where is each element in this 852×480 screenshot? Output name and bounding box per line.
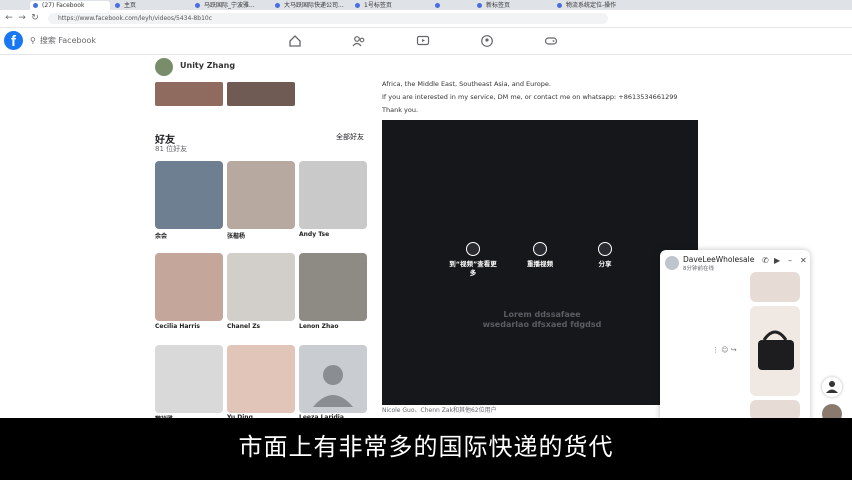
friend-card[interactable] — [299, 345, 367, 413]
url-field[interactable]: https://www.facebook.com/leyh/videos/543… — [48, 13, 608, 24]
video-player[interactable]: 到“视频”查看更多 重播视频 分享 Lorem ddssafaee wsedar… — [382, 120, 698, 405]
profile-name[interactable]: Unity Zhang — [180, 61, 235, 70]
friend-card[interactable] — [227, 253, 295, 321]
friend-card[interactable] — [155, 161, 223, 229]
post-line: Africa, the Middle East, Southeast Asia,… — [382, 80, 551, 88]
browser-tab[interactable]: 新标签页 — [474, 1, 552, 10]
watch-more-button[interactable]: 到“视频”查看更多 — [448, 242, 498, 278]
subtitle-band: 市面上有非常多的国际快递的货代 — [0, 418, 852, 480]
video-icon[interactable]: ▶ — [774, 256, 780, 265]
tab-favicon-icon — [355, 3, 360, 8]
phone-icon[interactable]: ✆ — [762, 256, 769, 265]
post-line: Thank you. — [382, 106, 419, 114]
gaming-icon[interactable] — [544, 34, 558, 48]
tab-favicon-icon — [33, 3, 38, 8]
tab-favicon-icon — [435, 3, 440, 8]
tab-favicon-icon — [195, 3, 200, 8]
share-icon — [598, 242, 612, 256]
friend-name[interactable]: Chanel Zs — [227, 323, 260, 330]
forward-arrow-icon[interactable]: → — [17, 13, 27, 23]
person-icon — [826, 381, 838, 393]
reactions-summary[interactable]: Nicole Guo、Chenn Zak和其他62位用户 — [382, 405, 698, 417]
browser-tab[interactable]: 物流系统定位-操作 — [554, 1, 644, 10]
photo-thumbnail[interactable] — [155, 82, 223, 106]
friend-card[interactable] — [155, 253, 223, 321]
tab-favicon-icon — [557, 3, 562, 8]
search-placeholder: 搜索 Facebook — [39, 36, 96, 45]
chat-image[interactable] — [750, 400, 800, 420]
browser-tab[interactable]: 主页 — [112, 1, 190, 10]
replay-button[interactable]: 重播视频 — [518, 242, 562, 269]
message-controls[interactable]: ⋮ ☺ ↪ — [712, 346, 737, 354]
home-icon[interactable] — [288, 34, 302, 48]
tab-favicon-icon — [115, 3, 120, 8]
friend-card[interactable] — [227, 345, 295, 413]
friend-name[interactable]: 余会 — [155, 231, 167, 240]
browser-tab-facebook[interactable]: (27) Facebook — [30, 1, 110, 10]
chat-image[interactable] — [750, 306, 800, 396]
browser-tab[interactable]: 马跃国际_宁波雅... — [192, 1, 270, 10]
groups-icon[interactable] — [480, 34, 494, 48]
browser-tab[interactable]: 1号标签页 — [352, 1, 430, 10]
friend-card[interactable] — [299, 253, 367, 321]
friend-name[interactable]: Andy Tse — [299, 231, 329, 238]
new-message-bubble[interactable] — [822, 377, 842, 397]
friend-name[interactable]: 张楷杨 — [227, 231, 245, 240]
minimize-icon[interactable]: – — [788, 256, 792, 265]
video-caption: Lorem ddssafaee wsedarlao dfsxaed fdgdsd — [482, 310, 602, 329]
chat-image[interactable] — [750, 272, 800, 302]
reload-icon[interactable]: ↻ — [30, 13, 40, 23]
watch-icon[interactable] — [416, 34, 430, 48]
chat-avatar[interactable] — [665, 256, 679, 270]
post-text: Africa, the Middle East, Southeast Asia,… — [382, 78, 698, 117]
friend-name[interactable]: Cecilia Harris — [155, 323, 200, 330]
default-avatar-icon — [313, 365, 353, 407]
subtitle-text: 市面上有非常多的国际快递的货代 — [238, 433, 614, 461]
back-arrow-icon[interactable]: ← — [4, 13, 14, 23]
browser-tab[interactable]: 大马跃国际快递公司... — [272, 1, 350, 10]
tab-favicon-icon — [275, 3, 280, 8]
friends-count: 81 位好友 — [155, 145, 188, 153]
see-all-friends-link[interactable]: 全部好友 — [336, 132, 364, 142]
friend-name[interactable]: Lenon Zhao — [299, 323, 338, 330]
friends-icon[interactable] — [352, 34, 366, 48]
tab-favicon-icon — [477, 3, 482, 8]
handbag-icon — [758, 330, 794, 370]
chat-status: 8分钟前在线 — [683, 266, 714, 272]
chat-contact-name[interactable]: DaveLeeWholesale — [683, 255, 754, 264]
browser-tab-bar: (27) Facebook 主页 马跃国际_宁波雅... 大马跃国际快递公司..… — [0, 0, 852, 10]
chat-window: DaveLeeWholesale 8分钟前在线 ✆ ▶ – ✕ ⋮ ☺ ↪ — [660, 250, 810, 420]
friend-card[interactable] — [227, 161, 295, 229]
photo-thumbnail[interactable] — [227, 82, 295, 106]
watch-icon — [466, 242, 480, 256]
search-bar[interactable]: ⚲ 搜索 Facebook — [30, 34, 130, 48]
avatar[interactable] — [155, 58, 173, 76]
friend-card[interactable] — [299, 161, 367, 229]
share-button[interactable]: 分享 — [588, 242, 622, 269]
friend-card[interactable] — [155, 345, 223, 413]
post-line: If you are interested in my service, DM … — [382, 93, 678, 101]
browser-tab[interactable] — [432, 1, 472, 10]
facebook-header: f ⚲ 搜索 Facebook — [0, 28, 852, 55]
facebook-logo[interactable]: f — [4, 31, 23, 50]
browser-address-bar: ← → ↻ https://www.facebook.com/leyh/vide… — [0, 10, 852, 28]
search-icon: ⚲ — [30, 36, 36, 45]
replay-icon — [533, 242, 547, 256]
close-icon[interactable]: ✕ — [800, 256, 807, 265]
